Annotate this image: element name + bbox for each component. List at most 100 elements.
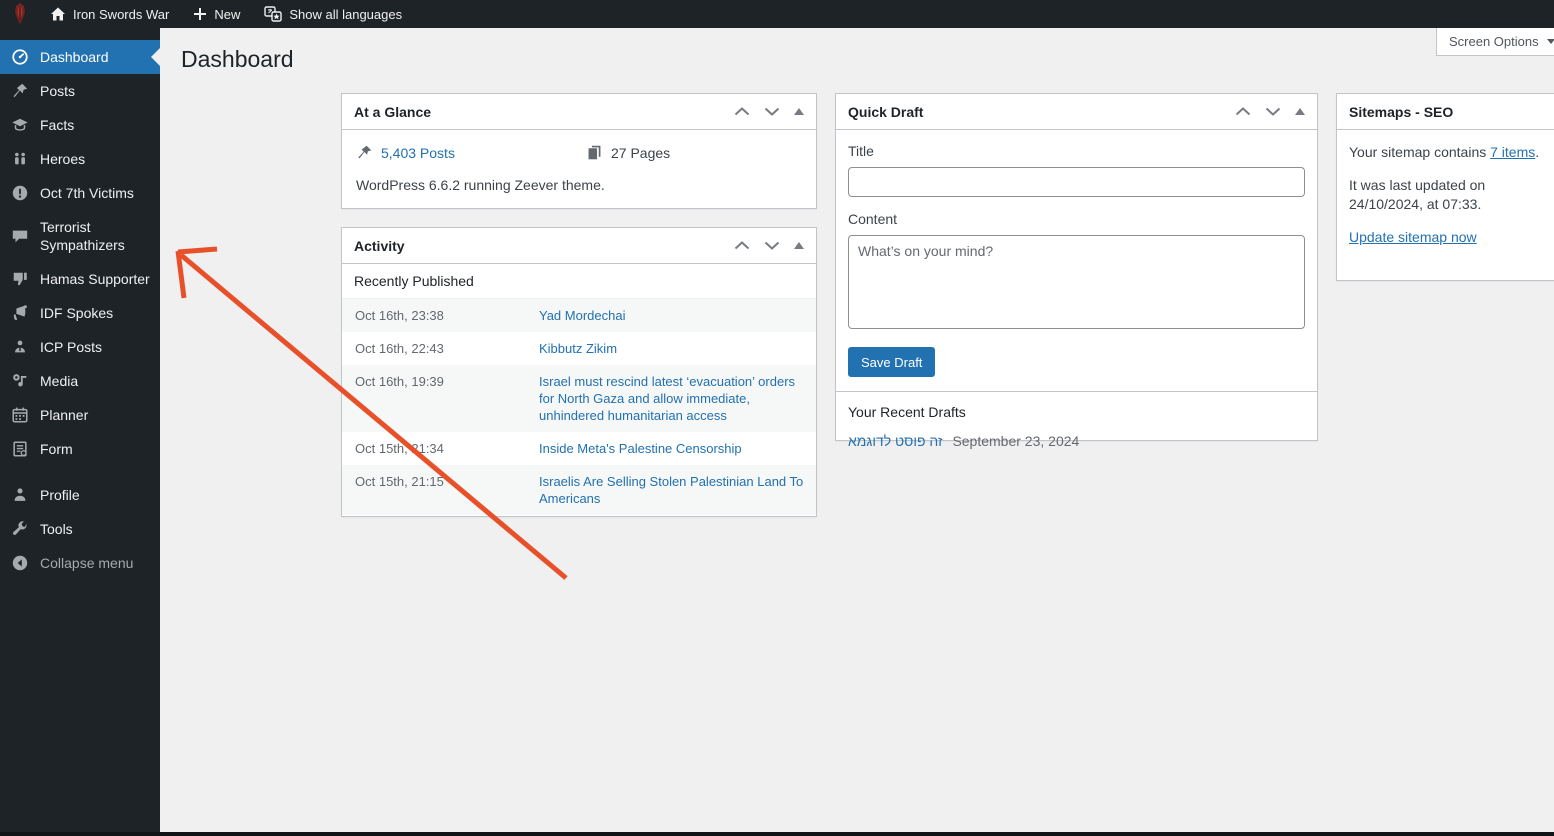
sidebar-item-collapse-menu[interactable]: Collapse menu xyxy=(0,546,160,580)
recent-drafts-section: Your Recent Drafts זה פוסט לדוגמא Septem… xyxy=(836,391,1317,461)
wrench-icon xyxy=(10,520,30,538)
recently-published-heading: Recently Published xyxy=(342,264,816,299)
bottom-edge xyxy=(0,832,1554,836)
activity-row: Oct 15th, 21:15 Israelis Are Selling Sto… xyxy=(342,465,816,515)
sitemap-contains-line: Your sitemap contains 7 items. xyxy=(1349,143,1554,162)
collapse-toggle-button[interactable] xyxy=(1295,108,1305,115)
sidebar-item-profile[interactable]: Profile xyxy=(0,478,160,512)
admin-bar-new-button[interactable]: New xyxy=(181,0,252,28)
sidebar-item-label: Posts xyxy=(40,82,75,100)
activity-list: Oct 16th, 23:38 Yad Mordechai Oct 16th, … xyxy=(342,299,816,515)
activity-post-link[interactable]: Yad Mordechai xyxy=(539,308,625,323)
sidebar-item-label: Dashboard xyxy=(40,48,109,66)
triangle-up-icon xyxy=(794,108,804,115)
activity-date: Oct 15th, 21:34 xyxy=(355,440,539,457)
sidebar-item-label: Profile xyxy=(40,486,80,504)
draft-title-link[interactable]: זה פוסט לדוגמא xyxy=(848,433,943,449)
widget-title: Sitemaps - SEO xyxy=(1349,104,1453,120)
megaphone-icon xyxy=(10,304,30,322)
sidebar-item-facts[interactable]: Facts xyxy=(0,108,160,142)
quick-draft-form: Title Content Save Draft xyxy=(836,130,1317,391)
site-logo-icon xyxy=(10,2,30,26)
admin-bar-languages-button[interactable]: Show all languages xyxy=(252,0,414,28)
form-icon xyxy=(10,440,30,458)
sidebar-item-label: Facts xyxy=(40,116,74,134)
at-a-glance-widget: At a Glance 5,403 Posts 27 Pages WordPre… xyxy=(341,93,817,209)
sidebar-item-form[interactable]: Form xyxy=(0,432,160,466)
sidebar-item-idf-spokes[interactable]: IDF Spokes xyxy=(0,296,160,330)
move-down-button[interactable] xyxy=(764,107,780,116)
activity-widget: Activity Recently Published Oct 16th, 23… xyxy=(341,227,817,517)
save-draft-button[interactable]: Save Draft xyxy=(848,347,935,377)
title-input[interactable] xyxy=(848,167,1305,197)
sitemap-updated-line: It was last updated on24/10/2024, at 07:… xyxy=(1349,176,1554,214)
sidebar-item-planner[interactable]: Planner xyxy=(0,398,160,432)
pages-count-text: 27 Pages xyxy=(611,145,670,161)
dashboard-icon xyxy=(10,48,30,66)
person-icon xyxy=(10,338,30,356)
admin-sidebar: Dashboard Posts Facts Heroes Oct 7th Vic xyxy=(0,28,160,832)
sidebar-item-label: ICP Posts xyxy=(40,338,102,356)
sidebar-item-tools[interactable]: Tools xyxy=(0,512,160,546)
sitemaps-seo-widget: Sitemaps - SEO Your sitemap contains 7 i… xyxy=(1336,93,1554,281)
sitemap-items-link[interactable]: 7 items xyxy=(1490,144,1535,160)
profile-icon xyxy=(10,486,30,504)
screen-options-label: Screen Options xyxy=(1449,34,1539,49)
activity-date: Oct 16th, 23:38 xyxy=(355,307,539,324)
triangle-up-icon xyxy=(794,242,804,249)
thumbs-down-icon xyxy=(10,270,30,288)
sidebar-item-label: Form xyxy=(40,440,73,458)
sidebar-item-dashboard[interactable]: Dashboard xyxy=(0,40,160,74)
move-down-button[interactable] xyxy=(764,241,780,250)
move-up-button[interactable] xyxy=(1235,107,1251,116)
sitemap-updated-text-1: It was last updated on xyxy=(1349,177,1485,193)
sidebar-item-hamas-supporter[interactable]: Hamas Supporter xyxy=(0,262,160,296)
main-content: Screen Options Dashboard At a Glance 5,4… xyxy=(160,28,1554,832)
pushpin-icon xyxy=(10,82,30,100)
graduation-cap-icon xyxy=(10,116,30,134)
activity-post-link[interactable]: Israel must rescind latest ‘evacuation’ … xyxy=(539,374,795,423)
sidebar-item-label: Collapse menu xyxy=(40,554,133,572)
sidebar-item-label: Hamas Supporter xyxy=(40,270,150,288)
activity-date: Oct 16th, 22:43 xyxy=(355,340,539,357)
sidebar-item-label: Heroes xyxy=(40,150,85,168)
sitemap-contains-suffix: . xyxy=(1535,144,1539,160)
screen-options-tab[interactable]: Screen Options xyxy=(1436,28,1554,56)
update-sitemap-link[interactable]: Update sitemap now xyxy=(1349,229,1477,245)
sidebar-item-media[interactable]: Media xyxy=(0,364,160,398)
activity-row: Oct 16th, 23:38 Yad Mordechai xyxy=(342,299,816,332)
move-up-button[interactable] xyxy=(734,241,750,250)
quick-draft-widget: Quick Draft Title Content Save Draft You… xyxy=(835,93,1318,441)
activity-date: Oct 16th, 19:39 xyxy=(355,373,539,424)
move-up-button[interactable] xyxy=(734,107,750,116)
activity-row: Oct 16th, 22:43 Kibbutz Zikim xyxy=(342,332,816,365)
sidebar-item-heroes[interactable]: Heroes xyxy=(0,142,160,176)
activity-post-link[interactable]: Inside Meta's Palestine Censorship xyxy=(539,441,742,456)
activity-post-link[interactable]: Israelis Are Selling Stolen Palestinian … xyxy=(539,474,803,506)
at-a-glance-header: At a Glance xyxy=(342,94,816,130)
activity-post-link[interactable]: Kibbutz Zikim xyxy=(539,341,617,356)
recent-draft-item: זה פוסט לדוגמא September 23, 2024 xyxy=(848,433,1305,449)
site-logo[interactable] xyxy=(0,2,38,26)
sidebar-item-terrorist-sympathizers[interactable]: Terrorist Sympathizers xyxy=(0,210,160,262)
content-label: Content xyxy=(848,211,1305,227)
activity-row: Oct 16th, 19:39 Israel must rescind late… xyxy=(342,365,816,432)
move-down-button[interactable] xyxy=(1265,107,1281,116)
posts-count-link[interactable]: 5,403 Posts xyxy=(381,145,455,161)
sitemaps-header: Sitemaps - SEO xyxy=(1337,94,1554,130)
recent-drafts-heading: Your Recent Drafts xyxy=(848,404,1305,420)
page-title: Dashboard xyxy=(181,46,294,73)
alert-circle-icon xyxy=(10,184,30,202)
admin-bar-site-name: Iron Swords War xyxy=(73,7,169,22)
sidebar-item-icp-posts[interactable]: ICP Posts xyxy=(0,330,160,364)
comment-icon xyxy=(10,227,30,245)
collapse-toggle-button[interactable] xyxy=(794,108,804,115)
sidebar-item-label: IDF Spokes xyxy=(40,304,113,322)
collapse-toggle-button[interactable] xyxy=(794,242,804,249)
sidebar-item-posts[interactable]: Posts xyxy=(0,74,160,108)
content-textarea[interactable] xyxy=(848,235,1305,329)
calendar-icon xyxy=(10,406,30,424)
translate-icon xyxy=(264,6,282,22)
admin-bar-site-link[interactable]: Iron Swords War xyxy=(38,0,181,28)
sidebar-item-oct-7th-victims[interactable]: Oct 7th Victims xyxy=(0,176,160,210)
